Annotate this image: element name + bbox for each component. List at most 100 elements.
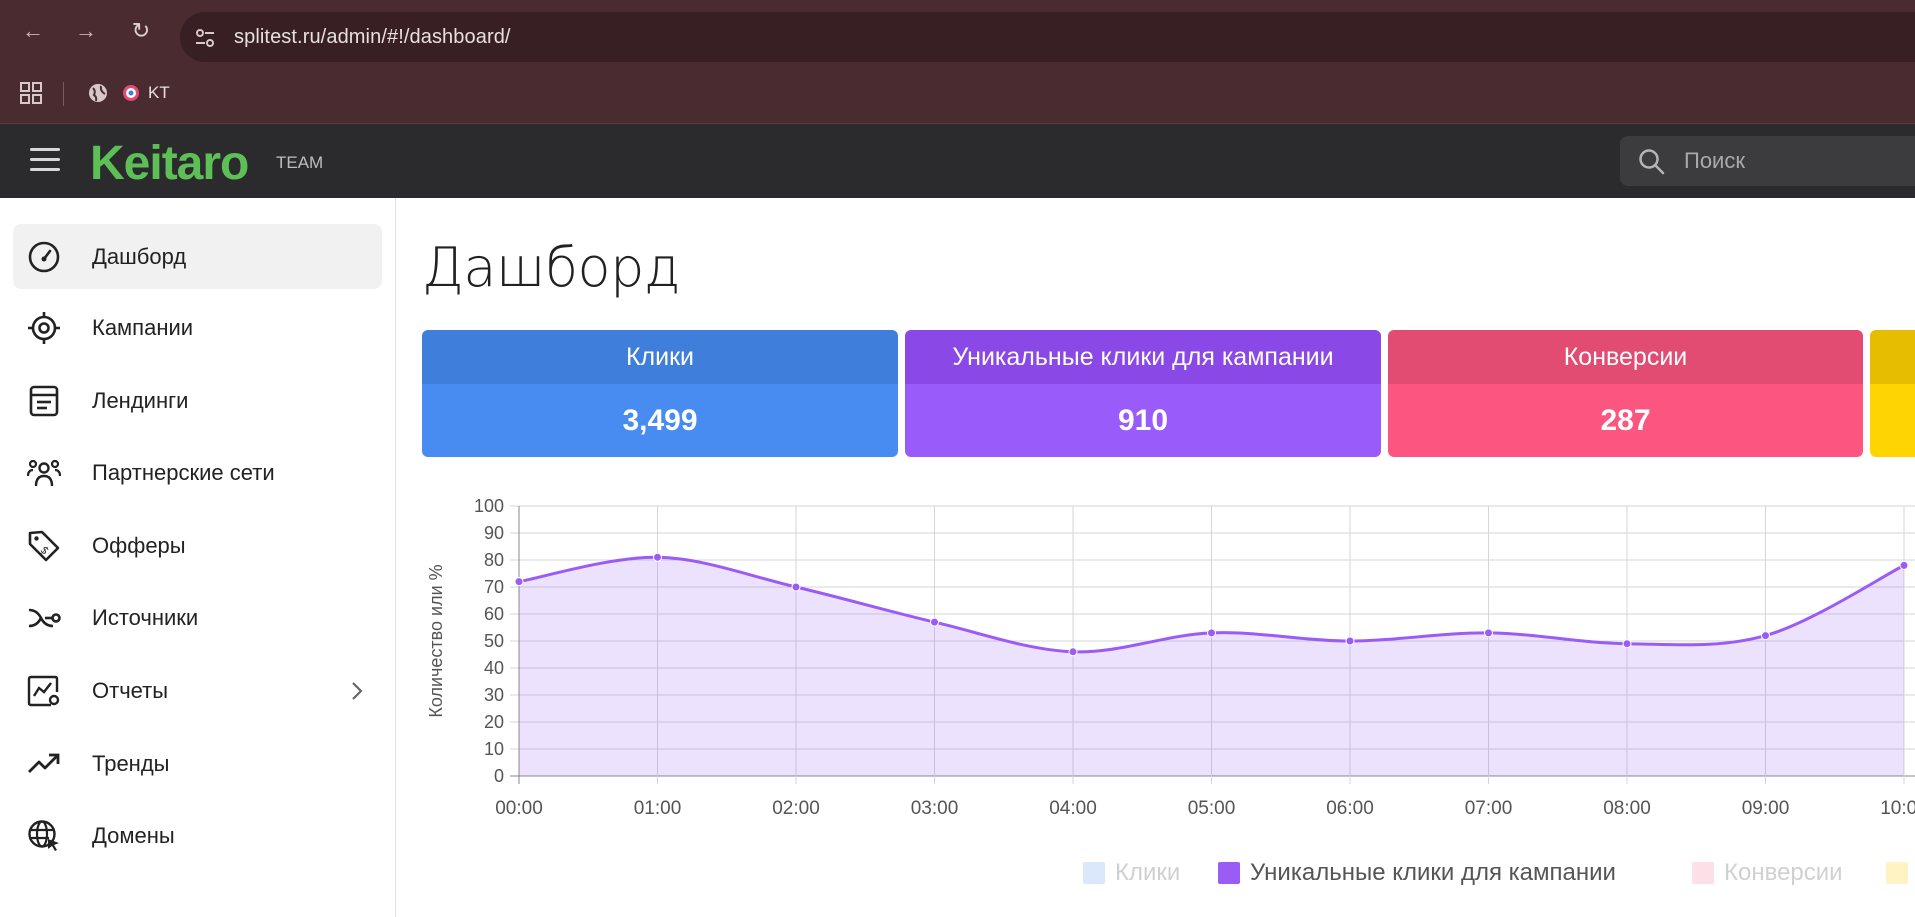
sidebar-item-label: Отчеты	[92, 678, 169, 703]
stat-card-conversions[interactable]: Конверсии 287	[1388, 330, 1863, 457]
chevron-right-icon[interactable]	[350, 680, 364, 702]
bookmarks-bar: KT	[0, 62, 1915, 124]
data-point	[1068, 647, 1078, 657]
sidebar-item-label: Кампании	[92, 315, 194, 340]
data-point	[1207, 628, 1216, 638]
legend-swatch	[1692, 862, 1714, 884]
legend-swatch	[1886, 862, 1908, 884]
data-point	[1761, 631, 1770, 641]
x-tick-label: 04:00	[1049, 798, 1097, 819]
sidebar-item-label: Офферы	[92, 533, 186, 558]
legend-label: Клики	[1115, 859, 1181, 886]
group-icon	[27, 459, 61, 487]
data-point	[1622, 639, 1632, 649]
sidebar-item-label: Дашборд	[92, 244, 187, 269]
edition-label: TEAM	[276, 153, 324, 172]
x-tick-label: 09:00	[1742, 798, 1790, 819]
url-text[interactable]: splitest.ru/admin/#!/dashboard/	[234, 26, 511, 49]
x-tick-label: 03:00	[911, 798, 959, 819]
legend-label: Конверсии	[1724, 859, 1843, 886]
x-tick-label: 10:00	[1880, 798, 1915, 819]
stat-card-value	[1870, 384, 1915, 457]
data-point	[1345, 636, 1355, 646]
search-box[interactable]	[1620, 136, 1915, 186]
browser-toolbar: ← → ↻ splitest.ru/admin/#!/dashboard/	[0, 0, 1915, 62]
y-tick-label: 100	[474, 496, 504, 516]
search-input[interactable]	[1684, 136, 1904, 186]
sidebar-item-label: Источники	[92, 605, 199, 630]
menu-icon[interactable]	[30, 148, 60, 172]
bookmark-label: KT	[148, 83, 170, 102]
sidebar-item-offers[interactable]: $ Офферы	[13, 513, 382, 578]
data-point	[1484, 628, 1493, 638]
stat-card-label	[1870, 330, 1915, 384]
data-point	[1899, 560, 1909, 570]
y-tick-label: 20	[484, 712, 504, 732]
sidebar-item-trends[interactable]: Тренды	[13, 731, 382, 796]
y-axis-label: Количество или %	[426, 564, 446, 717]
clicks-area-chart: 0 10 20 30 40 50 60 70 80 90 100 00:00 01:00 02:00 03:…	[426, 496, 1915, 819]
y-tick-label: 40	[484, 658, 504, 678]
address-bar[interactable]: splitest.ru/admin/#!/dashboard/	[180, 12, 1915, 62]
bookmark-separator	[63, 82, 64, 106]
data-point	[514, 577, 524, 587]
reload-icon[interactable]: ↻	[128, 18, 154, 44]
y-tick-label: 80	[484, 550, 504, 570]
site-settings-icon[interactable]	[194, 27, 216, 49]
data-point	[653, 552, 662, 562]
x-tick-label: 06:00	[1326, 798, 1374, 819]
trend-icon	[28, 753, 60, 773]
sidebar-item-landings[interactable]: Лендинги	[13, 368, 382, 433]
x-tick-label: 02:00	[772, 798, 820, 819]
sidebar-item-label: Тренды	[92, 751, 170, 776]
y-tick-label: 60	[484, 604, 504, 624]
sidebar: Дашборд Кампании Лендинги Партнерские се…	[0, 198, 396, 917]
y-tick-label: 90	[484, 523, 504, 543]
stat-card-label: Конверсии	[1388, 330, 1863, 384]
legend-swatch	[1083, 862, 1105, 884]
target-dart-icon	[123, 85, 139, 101]
sidebar-item-label: Лендинги	[92, 388, 189, 413]
sidebar-item-sources[interactable]: Источники	[13, 585, 382, 650]
stat-card-unique-clicks[interactable]: Уникальные клики для кампании 910	[905, 330, 1381, 457]
sidebar-item-campaigns[interactable]: Кампании	[13, 295, 382, 360]
y-tick-label: 0	[494, 766, 504, 786]
sidebar-item-label: Домены	[92, 823, 175, 848]
legend-swatch	[1218, 862, 1240, 884]
document-icon	[29, 385, 59, 417]
stat-card-partial[interactable]	[1870, 330, 1915, 457]
price-tag-icon: $	[28, 530, 60, 562]
x-tick-label: 00:00	[495, 798, 543, 819]
stat-card-label: Уникальные клики для кампании	[905, 330, 1381, 384]
stat-card-value: 287	[1388, 384, 1863, 457]
globe-cursor-icon	[28, 820, 59, 851]
route-icon	[28, 608, 61, 628]
report-chart-icon	[27, 675, 60, 707]
page-title: Дашборд	[422, 236, 680, 299]
y-tick-label: 30	[484, 685, 504, 705]
data-point	[791, 582, 801, 592]
globe-icon[interactable]	[87, 82, 109, 104]
sidebar-item-label: Партнерские сети	[92, 460, 275, 485]
x-tick-label: 07:00	[1465, 798, 1513, 819]
y-tick-label: 70	[484, 577, 504, 597]
logo[interactable]: Keitaro	[90, 136, 249, 191]
sidebar-item-affiliate-networks[interactable]: Партнерские сети	[13, 440, 382, 505]
stat-card-label: Клики	[422, 330, 898, 384]
back-icon[interactable]: ←	[20, 18, 46, 44]
apps-grid-icon[interactable]	[20, 82, 42, 104]
legend-label: Уникальные клики для кампании	[1250, 859, 1616, 886]
sidebar-item-reports[interactable]: Отчеты	[13, 658, 382, 723]
app-header: Keitaro TEAM	[0, 124, 1915, 198]
target-icon	[28, 312, 60, 344]
stat-card-clicks[interactable]: Клики 3,499	[422, 330, 898, 457]
x-tick-label: 08:00	[1603, 798, 1651, 819]
sidebar-item-domains[interactable]: Домены	[13, 803, 382, 868]
x-tick-label: 01:00	[634, 798, 682, 819]
search-icon	[1639, 149, 1665, 175]
stat-card-value: 3,499	[422, 384, 898, 457]
forward-icon[interactable]: →	[73, 18, 99, 44]
y-tick-label: 10	[484, 739, 504, 759]
sidebar-item-dashboard[interactable]: Дашборд	[13, 224, 382, 289]
x-tick-label: 05:00	[1188, 798, 1236, 819]
